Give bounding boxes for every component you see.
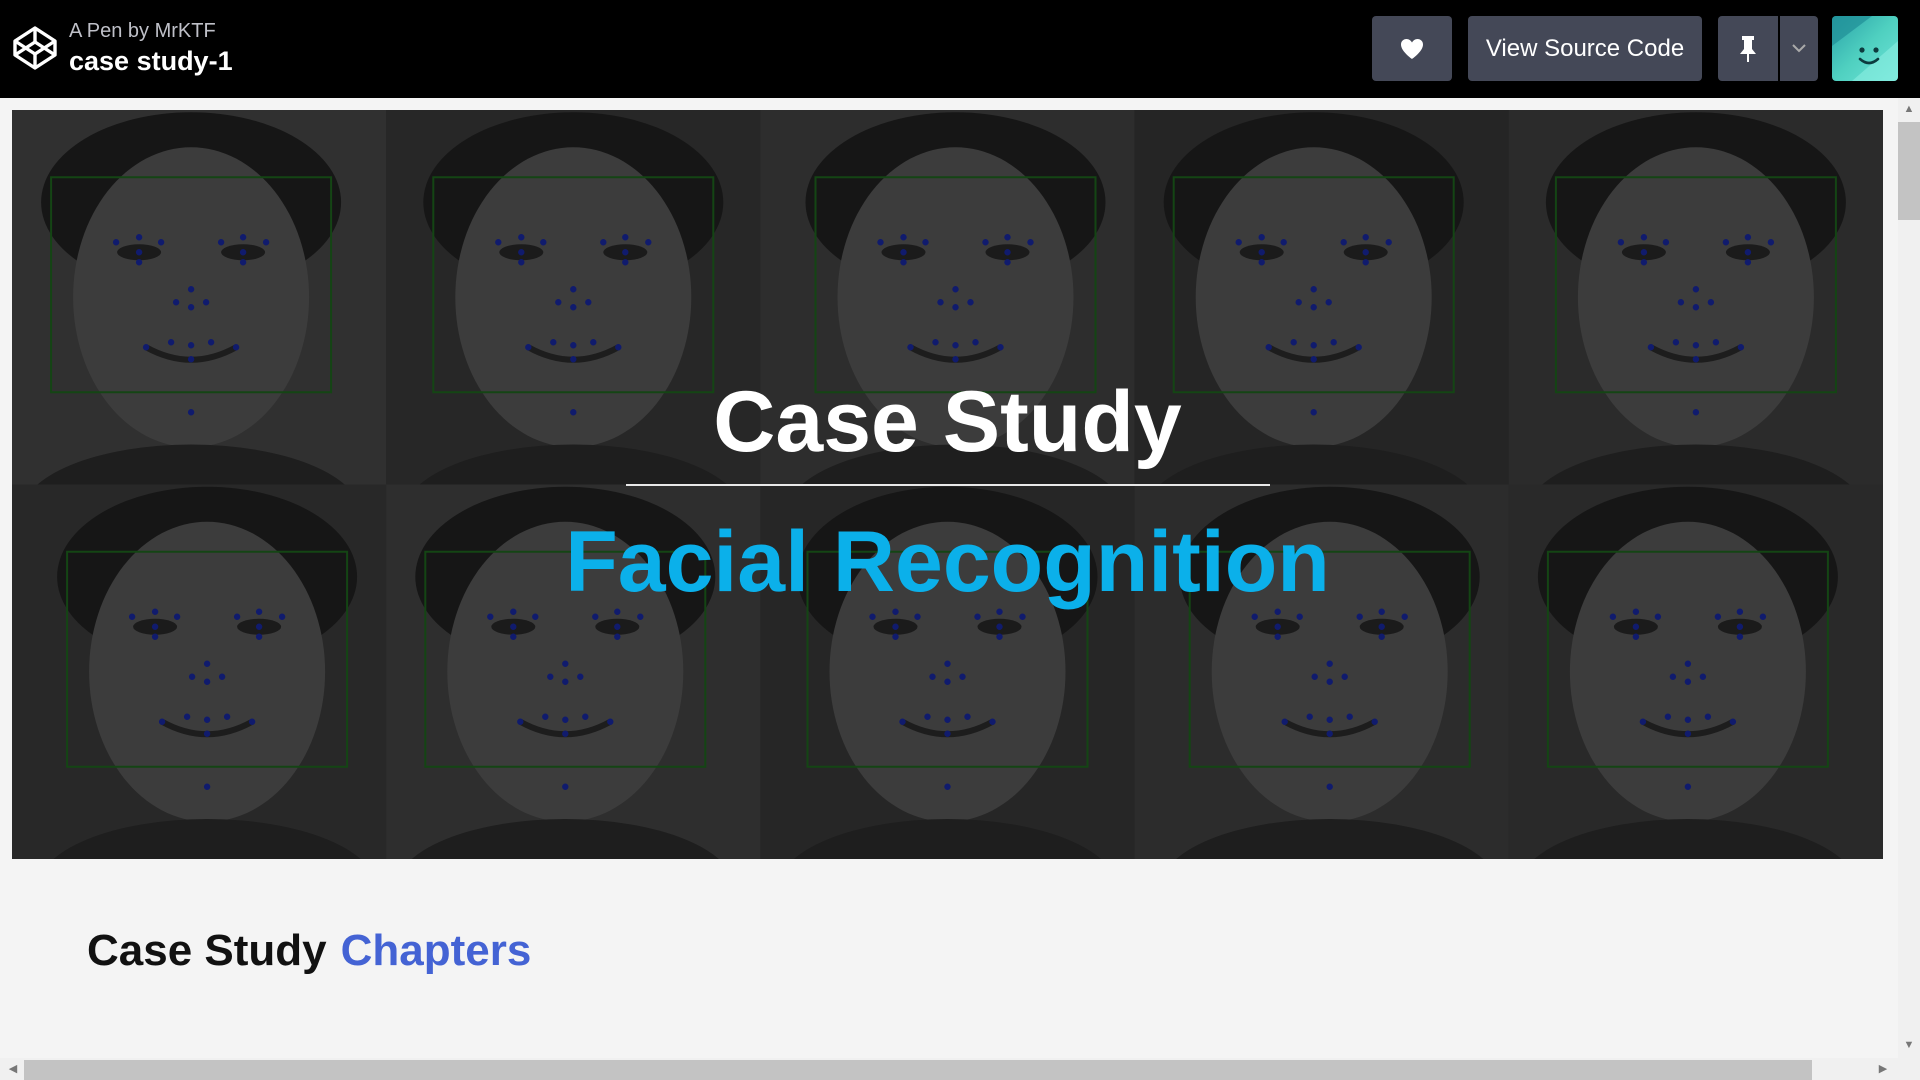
- scroll-up-arrow-icon[interactable]: ▲: [1898, 100, 1920, 118]
- pin-button[interactable]: [1718, 16, 1778, 81]
- chapters-heading-plain: Case Study: [87, 926, 327, 975]
- chapters-heading-accent: Chapters: [340, 926, 532, 975]
- hero-divider: [626, 484, 1270, 486]
- horizontal-scroll-thumb[interactable]: [24, 1060, 1812, 1080]
- hero-subtitle: Facial Recognition: [565, 514, 1330, 610]
- scroll-left-arrow-icon[interactable]: ◀: [2, 1058, 24, 1080]
- hero-banner: Case Study Facial Recognition: [12, 110, 1883, 859]
- scrollbar-corner: [1898, 1058, 1920, 1080]
- pin-menu-button[interactable]: [1780, 16, 1818, 81]
- scroll-right-arrow-icon[interactable]: ▶: [1872, 1058, 1894, 1080]
- chevron-down-icon: [1792, 44, 1806, 53]
- view-source-button[interactable]: View Source Code: [1468, 16, 1702, 81]
- like-button[interactable]: [1372, 16, 1452, 81]
- scroll-down-arrow-icon[interactable]: ▼: [1898, 1036, 1920, 1054]
- pen-header-bar: A Pen by MrKTF case study-1 View Source …: [0, 0, 1920, 98]
- preview-viewport: Case Study Facial Recognition Case Study…: [0, 98, 1898, 1058]
- pen-byline[interactable]: A Pen by MrKTF: [69, 18, 233, 44]
- pen-meta: A Pen by MrKTF case study-1: [69, 18, 233, 78]
- hero-title: Case Study: [713, 374, 1182, 470]
- pin-icon: [1740, 35, 1756, 62]
- heart-icon: [1401, 38, 1423, 59]
- chapters-heading: Case Study Chapters: [87, 926, 531, 976]
- pen-title: case study-1: [69, 46, 233, 76]
- vertical-scrollbar[interactable]: [1898, 98, 1920, 1058]
- codepen-logo-icon[interactable]: [12, 25, 58, 71]
- user-avatar[interactable]: [1832, 16, 1898, 81]
- vertical-scroll-thumb[interactable]: [1898, 122, 1920, 220]
- avatar-image: [1832, 16, 1898, 81]
